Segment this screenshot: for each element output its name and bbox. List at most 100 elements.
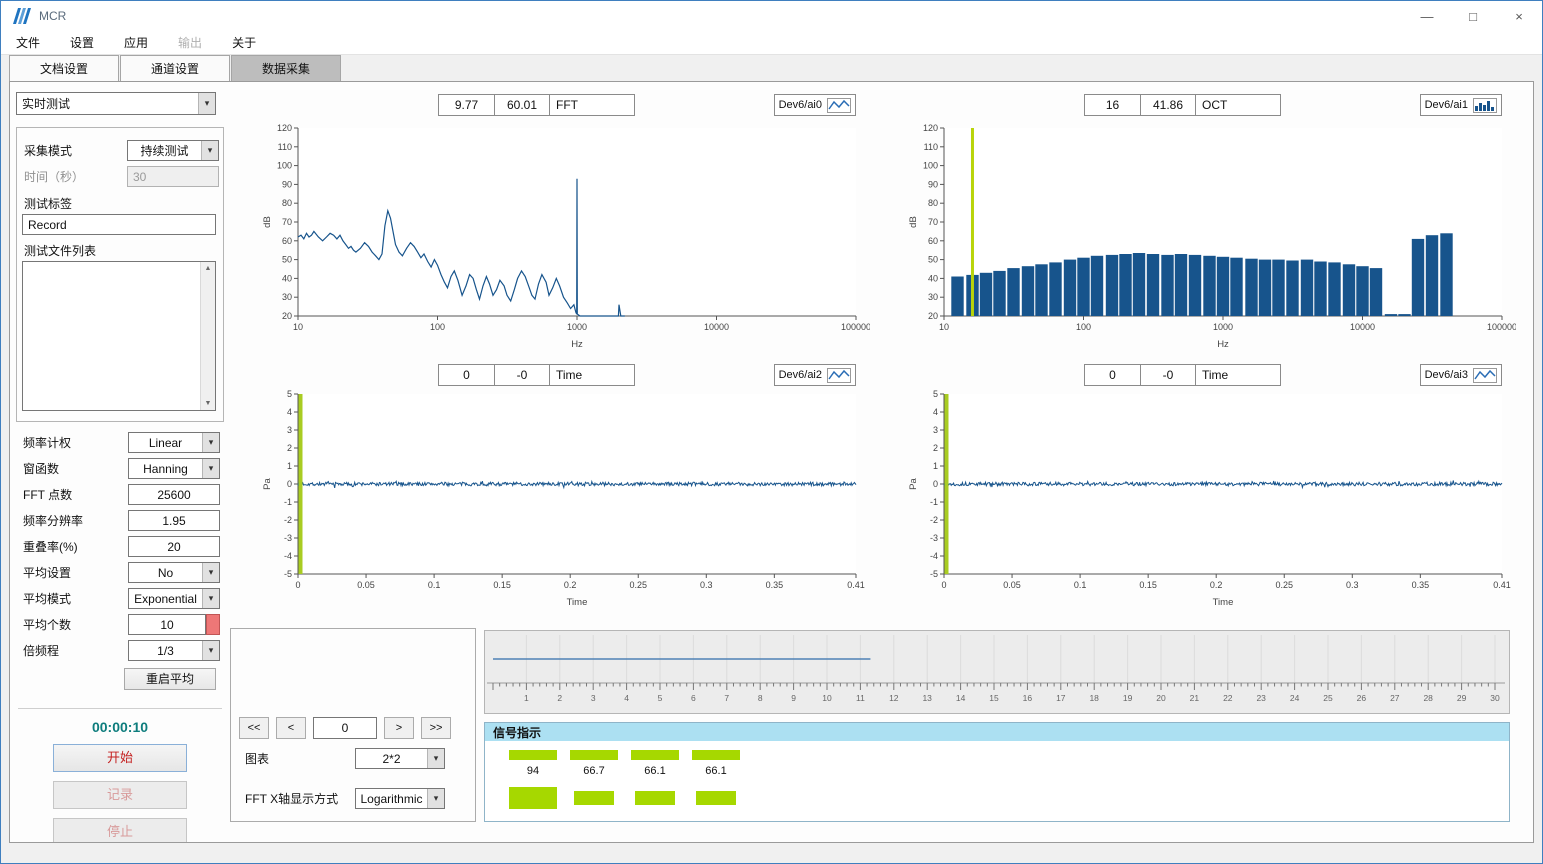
freq-resolution-label: 频率分辨率 — [18, 512, 128, 529]
avg-setting-select[interactable]: No ▾ — [128, 562, 220, 583]
octave-select[interactable]: 1/3 ▾ — [128, 640, 220, 661]
channel-label: Dev6/ai3 — [1425, 369, 1468, 381]
svg-text:25: 25 — [1323, 693, 1333, 703]
oct-chart[interactable]: 2030405060708090100110120101001000100001… — [876, 116, 1516, 350]
test-mode-select[interactable]: 实时测试 ▾ — [16, 92, 216, 115]
avg-count-input[interactable]: 10 — [128, 614, 206, 635]
restart-average-button[interactable]: 重启平均 — [124, 668, 216, 690]
svg-text:6: 6 — [691, 693, 696, 703]
freq-weighting-label: 频率计权 — [18, 434, 128, 451]
svg-text:20: 20 — [1156, 693, 1166, 703]
time-chart-ai3[interactable]: -5-4-3-2-101234500.050.10.150.20.250.30.… — [876, 386, 1516, 608]
chevron-down-icon: ▾ — [202, 563, 219, 582]
menubar: 文件 设置 应用 输出 关于 — [1, 31, 1542, 55]
nav-next-button[interactable]: > — [384, 717, 414, 739]
svg-text:30: 30 — [282, 292, 292, 302]
timeline-strip[interactable]: 1234567891011121314151617181920212223242… — [485, 631, 1507, 711]
cursor-x-value: 9.77 — [439, 95, 494, 115]
signal-channel-indicator: 66.7 — [570, 750, 618, 777]
cursor-readout: 16 41.86 — [1084, 94, 1196, 116]
acq-mode-select[interactable]: 持续测试 ▾ — [127, 140, 219, 161]
minimize-button[interactable]: — — [1404, 1, 1450, 31]
cursor-readout: 0 -0 — [438, 364, 550, 386]
freq-resolution-input[interactable]: 1.95 — [128, 510, 220, 531]
svg-text:14: 14 — [956, 693, 966, 703]
avg-mode-select[interactable]: Exponential ▾ — [128, 588, 220, 609]
cursor-readout: 9.77 60.01 — [438, 94, 550, 116]
svg-text:8: 8 — [758, 693, 763, 703]
svg-text:100: 100 — [430, 322, 445, 332]
svg-text:80: 80 — [928, 198, 938, 208]
signal-level-bar — [509, 787, 557, 809]
fft-xaxis-select[interactable]: Logarithmic ▾ — [355, 788, 445, 809]
signal-level-bar — [631, 750, 679, 760]
sidebar: 实时测试 ▾ 采集模式 持续测试 ▾ 时间（秒） 30 测试标签 Record … — [10, 82, 226, 842]
scroll-up-icon[interactable]: ▲ — [205, 265, 212, 272]
channel-selector[interactable]: Dev6/ai3 — [1420, 364, 1502, 386]
svg-text:18: 18 — [1089, 693, 1099, 703]
channel-selector[interactable]: Dev6/ai1 — [1420, 94, 1502, 116]
line-chart-icon — [827, 98, 851, 113]
overlap-input[interactable]: 20 — [128, 536, 220, 557]
chart-layout-select[interactable]: 2*2 ▾ — [355, 748, 445, 769]
channel-selector[interactable]: Dev6/ai2 — [774, 364, 856, 386]
window-title: MCR — [39, 9, 66, 23]
svg-text:100: 100 — [1076, 322, 1091, 332]
svg-text:Pa: Pa — [908, 477, 919, 489]
svg-text:70: 70 — [282, 217, 292, 227]
svg-text:60: 60 — [928, 236, 938, 246]
channel-selector[interactable]: Dev6/ai0 — [774, 94, 856, 116]
tabbar: 文档设置 通道设置 数据采集 — [1, 55, 1542, 81]
avg-count-label: 平均个数 — [18, 616, 128, 633]
svg-text:9: 9 — [791, 693, 796, 703]
cursor-y-value: -0 — [494, 365, 549, 385]
svg-text:19: 19 — [1123, 693, 1133, 703]
tab-document-settings[interactable]: 文档设置 — [9, 55, 119, 81]
nav-index-input[interactable]: 0 — [313, 717, 377, 739]
stop-button: 停止 — [53, 818, 187, 843]
cursor-readout: 0 -0 — [1084, 364, 1196, 386]
svg-text:90: 90 — [282, 179, 292, 189]
line-chart-icon — [827, 368, 851, 383]
signal-level-value: 66.7 — [583, 765, 604, 777]
svg-text:4: 4 — [624, 693, 629, 703]
freq-weighting-select[interactable]: Linear ▾ — [128, 432, 220, 453]
window-function-select[interactable]: Hanning ▾ — [128, 458, 220, 479]
listbox-scrollbar[interactable]: ▲ ▼ — [200, 262, 215, 410]
svg-text:5: 5 — [658, 693, 663, 703]
menu-item-apply[interactable]: 应用 — [109, 34, 163, 51]
time-chart-panel-ai3: 0 -0 Time Dev6/ai3 -5-4-3-2-101234500.05… — [876, 362, 1522, 618]
tab-data-acquisition[interactable]: 数据采集 — [231, 55, 341, 81]
avg-count-flag — [206, 614, 220, 635]
menu-item-about[interactable]: 关于 — [217, 34, 271, 51]
svg-text:4: 4 — [287, 407, 292, 417]
cursor-x-value: 16 — [1085, 95, 1140, 115]
elapsed-timer: 00:00:10 — [16, 719, 224, 735]
fft-points-label: FFT 点数 — [18, 486, 128, 503]
svg-text:22: 22 — [1223, 693, 1233, 703]
start-button[interactable]: 开始 — [53, 744, 187, 772]
menu-item-file[interactable]: 文件 — [1, 34, 55, 51]
fft-chart[interactable]: 2030405060708090100110120101001000100001… — [230, 116, 870, 350]
close-button[interactable]: × — [1496, 1, 1542, 31]
menu-item-settings[interactable]: 设置 — [55, 34, 109, 51]
maximize-button[interactable]: □ — [1450, 1, 1496, 31]
svg-text:-5: -5 — [284, 569, 292, 579]
scroll-down-icon[interactable]: ▼ — [205, 400, 212, 407]
channel-label: Dev6/ai0 — [779, 99, 822, 111]
nav-first-button[interactable]: << — [239, 717, 269, 739]
svg-text:0.41: 0.41 — [1493, 580, 1511, 590]
svg-text:3: 3 — [287, 425, 292, 435]
chart-layout-label: 图表 — [245, 750, 269, 767]
tab-channel-settings[interactable]: 通道设置 — [120, 55, 230, 81]
time-chart-ai2[interactable]: -5-4-3-2-101234500.050.10.150.20.250.30.… — [230, 386, 870, 608]
fft-points-input[interactable]: 25600 — [128, 484, 220, 505]
window-controls: — □ × — [1404, 1, 1542, 31]
cursor-y-value: 60.01 — [494, 95, 549, 115]
test-file-listbox[interactable]: ▲ ▼ — [22, 261, 216, 411]
window-function-label: 窗函数 — [18, 460, 128, 477]
nav-prev-button[interactable]: < — [276, 717, 306, 739]
test-tag-input[interactable]: Record — [22, 214, 216, 235]
nav-last-button[interactable]: >> — [421, 717, 451, 739]
cursor-y-value: 41.86 — [1140, 95, 1195, 115]
